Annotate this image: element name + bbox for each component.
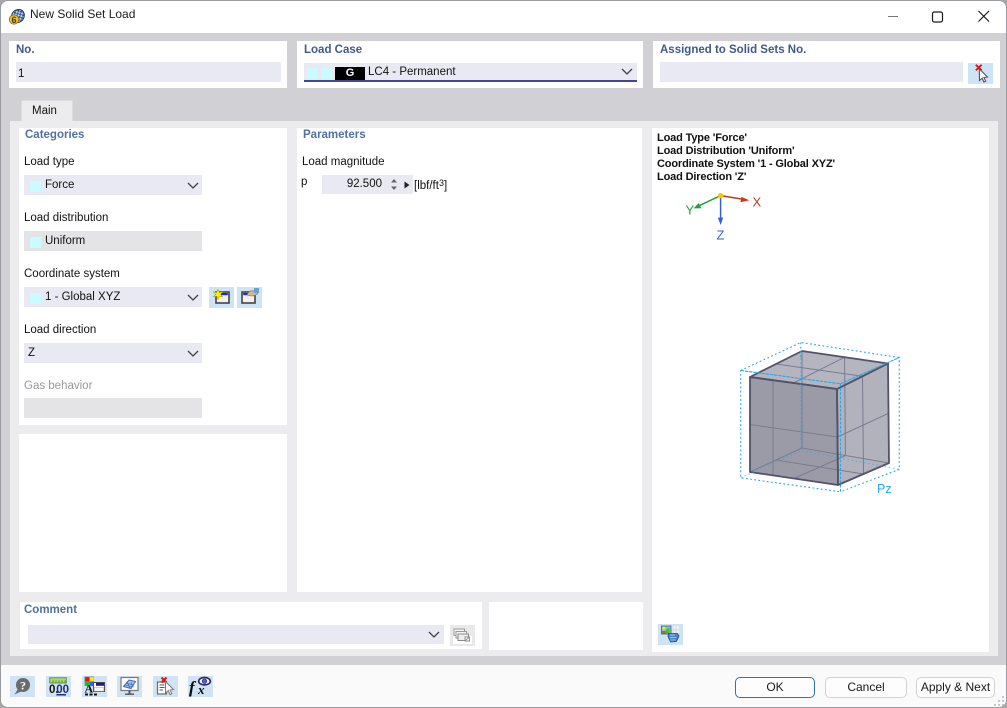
svg-text:6: 6: [11, 15, 16, 25]
svg-text:Y: Y: [686, 203, 695, 218]
svg-text:f: f: [189, 678, 197, 697]
svg-text:A: A: [84, 682, 93, 696]
svg-text:Z: Z: [717, 228, 725, 243]
svg-text:X: X: [753, 195, 762, 210]
svg-text:Pz: Pz: [877, 482, 892, 496]
svg-text:?: ?: [20, 679, 26, 693]
